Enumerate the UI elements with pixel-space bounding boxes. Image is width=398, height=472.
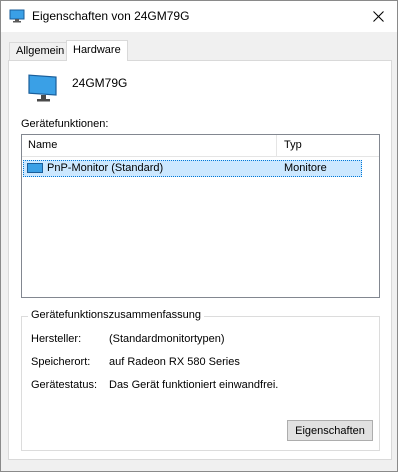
column-header-type[interactable]: Typ [284, 139, 302, 151]
column-header-name[interactable]: Name [28, 139, 57, 151]
tab-allgemein[interactable]: Allgemein [9, 42, 72, 60]
list-item-type: Monitore [284, 162, 327, 174]
close-icon [373, 11, 384, 22]
tab-hardware[interactable]: Hardware [66, 40, 128, 61]
hardware-tab-panel: 24GM79G Gerätefunktionen: Name Typ PnP-M… [8, 60, 392, 460]
close-button[interactable] [361, 1, 397, 32]
device-name: 24GM79G [72, 76, 128, 90]
properties-button[interactable]: Eigenschaften [287, 420, 373, 441]
list-item[interactable]: PnP-Monitor (Standard) Monitore [23, 160, 362, 177]
window-title: Eigenschaften von 24GM79G [32, 9, 190, 23]
location-label: Speicherort: [31, 356, 91, 368]
monitor-icon [27, 73, 59, 103]
list-header: Name Typ [22, 135, 379, 157]
properties-dialog: Eigenschaften von 24GM79G Allgemein Hard… [0, 0, 398, 472]
manufacturer-value: (Standardmonitortypen) [109, 333, 225, 345]
device-function-summary-group: Gerätefunktionszusammenfassung Herstelle… [21, 309, 380, 451]
manufacturer-label: Hersteller: [31, 333, 82, 345]
list-item-name: PnP-Monitor (Standard) [47, 162, 164, 174]
column-divider[interactable] [276, 135, 277, 156]
location-value: auf Radeon RX 580 Series [109, 356, 240, 368]
device-status-value: Das Gerät funktioniert einwandfrei. [109, 379, 279, 391]
device-functions-label: Gerätefunktionen: [21, 118, 109, 130]
monitor-icon [9, 9, 25, 23]
device-status-label: Gerätestatus: [31, 379, 98, 391]
title-bar[interactable]: Eigenschaften von 24GM79G [1, 1, 397, 32]
monitor-icon [27, 163, 43, 174]
group-legend: Gerätefunktionszusammenfassung [28, 309, 204, 321]
device-functions-list[interactable]: Name Typ PnP-Monitor (Standard) Monitore [21, 134, 380, 298]
